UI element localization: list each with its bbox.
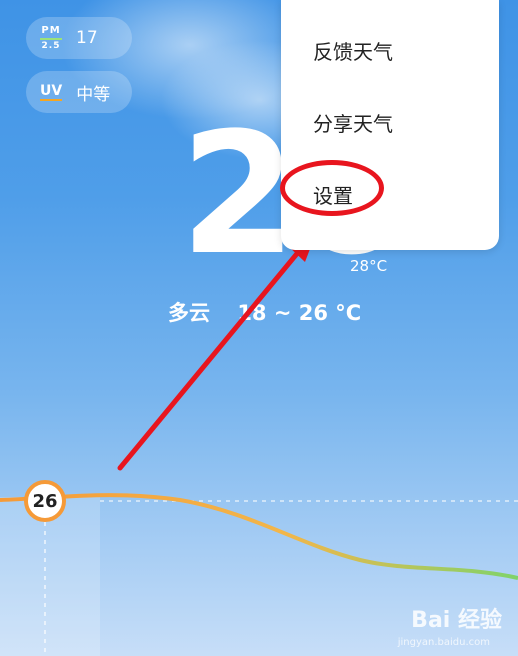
watermark-logo: Bai 经验 bbox=[411, 608, 502, 633]
settings-highlight-circle bbox=[280, 160, 384, 216]
menu-item-feedback[interactable]: 反馈天气 bbox=[313, 36, 393, 65]
menu-item-share[interactable]: 分享天气 bbox=[313, 108, 393, 137]
current-temperature-marker: 26 bbox=[24, 480, 66, 522]
temperature-curve bbox=[0, 493, 518, 580]
annotation-arrow-shaft bbox=[117, 247, 303, 471]
watermark-url: jingyan.baidu.com bbox=[397, 637, 490, 648]
